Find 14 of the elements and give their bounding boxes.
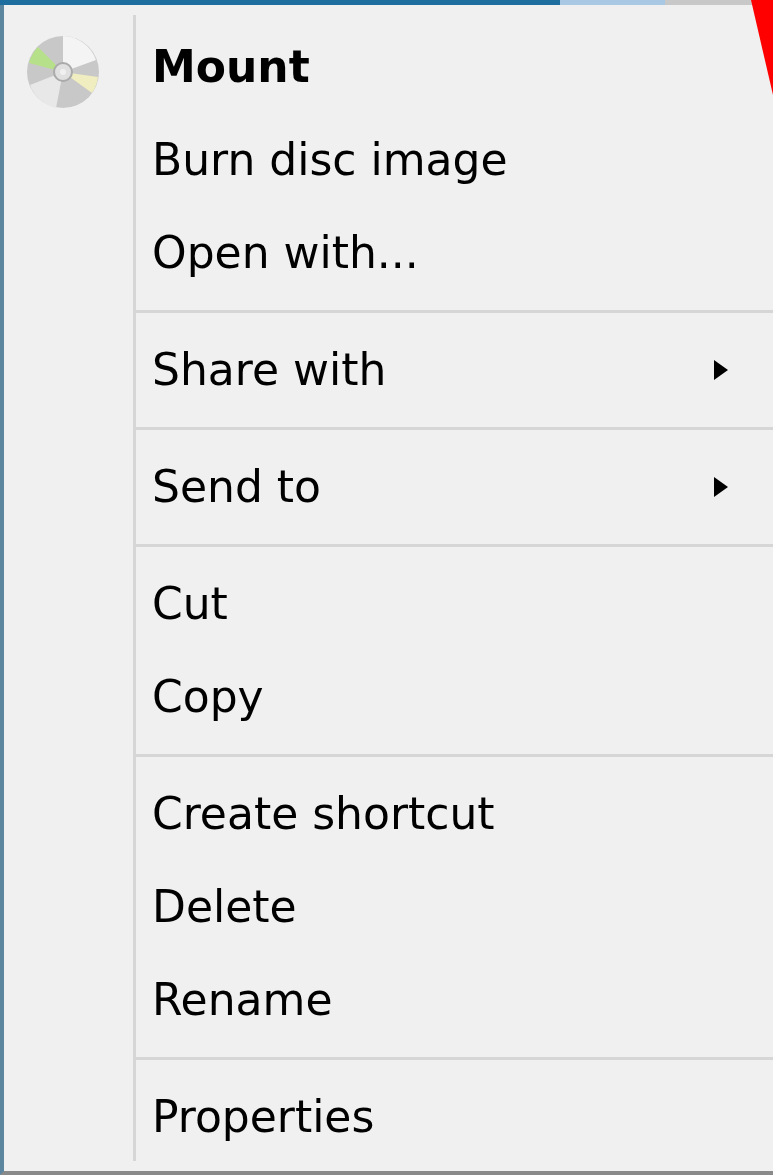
menu-item[interactable]: Share with bbox=[4, 323, 737, 416]
menu-item[interactable]: Properties bbox=[4, 1070, 737, 1163]
menu-item[interactable]: Open with... bbox=[4, 206, 737, 299]
menu-item[interactable]: Create shortcut bbox=[4, 767, 737, 860]
submenu-arrow-icon bbox=[712, 357, 730, 382]
menu-item[interactable]: Cut bbox=[4, 557, 737, 650]
menu-item[interactable]: Rename bbox=[4, 953, 737, 1046]
menu-item[interactable]: Burn disc image bbox=[4, 113, 737, 206]
menu-item[interactable]: Mount bbox=[4, 20, 737, 113]
menu-item[interactable]: Delete bbox=[4, 860, 737, 953]
submenu-arrow-icon bbox=[712, 474, 730, 499]
menu-item[interactable]: Send to bbox=[4, 440, 737, 533]
disc-icon bbox=[26, 35, 100, 109]
menu-item[interactable]: Copy bbox=[4, 650, 737, 743]
